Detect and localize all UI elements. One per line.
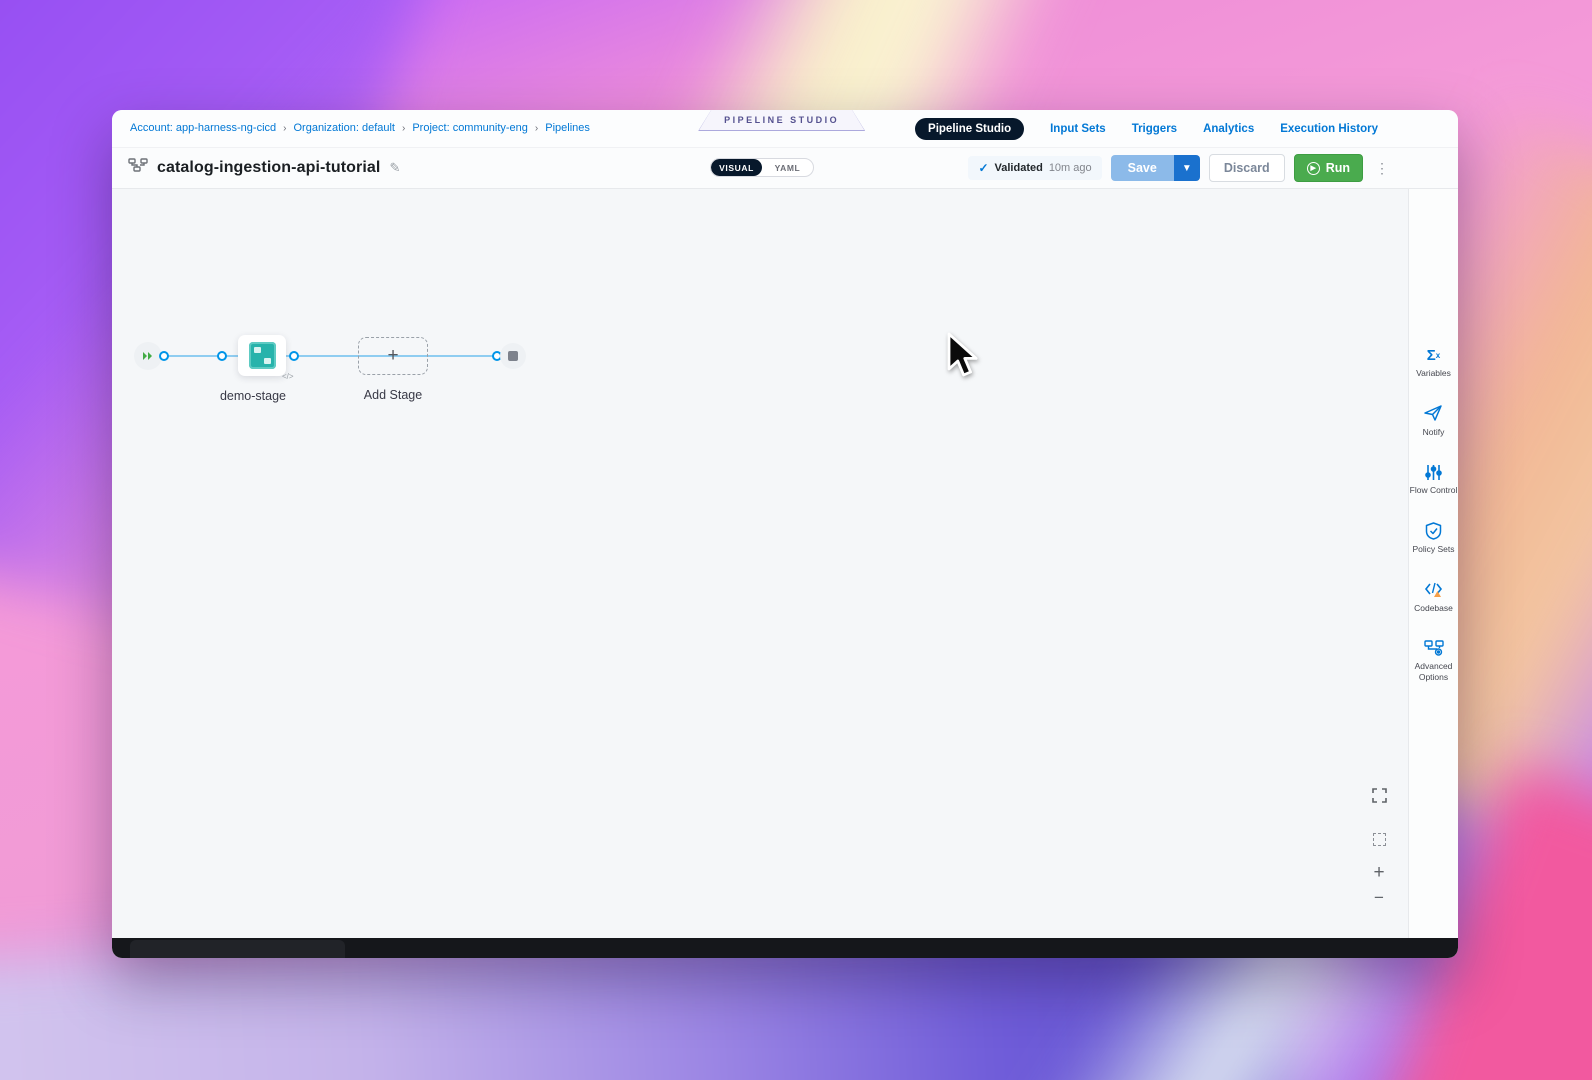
save-dropdown-button[interactable]: ▼	[1174, 155, 1200, 181]
breadcrumb-project[interactable]: Project: community-eng	[412, 122, 528, 134]
stage-link-icon: </>	[282, 372, 294, 381]
tab-analytics[interactable]: Analytics	[1203, 123, 1254, 135]
sidebar-item-policy-sets[interactable]: Policy Sets	[1409, 521, 1458, 555]
stop-icon	[508, 351, 518, 361]
tab-triggers[interactable]: Triggers	[1132, 123, 1177, 135]
toggle-visual[interactable]: VISUAL	[711, 159, 762, 176]
stage-node-demo-stage[interactable]	[238, 335, 286, 376]
sidebar-item-label: Codebase	[1414, 603, 1453, 614]
sliders-icon	[1425, 462, 1442, 482]
play-icon: ▶	[1307, 162, 1320, 175]
sidebar-item-label: Notify	[1423, 427, 1445, 438]
pipeline-connector-line	[152, 355, 514, 357]
sidebar-item-flow-control[interactable]: Flow Control	[1409, 462, 1458, 496]
save-split-button: Save ▼	[1111, 155, 1200, 181]
sidebar-item-notify[interactable]: Notify	[1409, 404, 1458, 438]
add-stage-button[interactable]: +	[358, 337, 428, 375]
tab-execution-history[interactable]: Execution History	[1280, 123, 1378, 135]
breadcrumb-organization[interactable]: Organization: default	[293, 122, 395, 134]
run-button[interactable]: ▶ Run	[1294, 154, 1363, 182]
sidebar-item-codebase[interactable]: Codebase	[1409, 580, 1458, 614]
chevron-down-icon: ▼	[1182, 163, 1192, 174]
code-warning-icon	[1424, 580, 1444, 600]
pipeline-graph-icon	[128, 158, 148, 177]
sidebar-item-label: Flow Control	[1410, 485, 1458, 496]
sidebar-item-label: Policy Sets	[1412, 544, 1454, 555]
breadcrumb-separator: ›	[402, 123, 405, 134]
stage-name-label: demo-stage	[208, 389, 298, 403]
sidebar-item-label: Advanced Options	[1409, 661, 1458, 682]
tab-input-sets[interactable]: Input Sets	[1050, 123, 1106, 135]
run-label: Run	[1326, 161, 1350, 175]
pipeline-title-group: catalog-ingestion-api-tutorial ✎	[128, 158, 400, 177]
validation-status: ✓ Validated 10m ago	[968, 156, 1101, 180]
pipeline-end-node	[500, 343, 526, 369]
zoom-in-button[interactable]: +	[1368, 862, 1390, 884]
paper-plane-icon	[1424, 404, 1443, 424]
pipeline-studio-badge: PIPELINE STUDIO	[698, 110, 865, 131]
sidebar-item-label: Variables	[1416, 368, 1451, 379]
breadcrumb: Account: app-harness-ng-cicd › Organizat…	[130, 122, 590, 134]
breadcrumb-separator: ›	[283, 123, 286, 134]
validation-label: Validated	[995, 162, 1043, 174]
discard-button[interactable]: Discard	[1209, 154, 1285, 182]
sidebar-item-variables[interactable]: Σx Variables	[1409, 345, 1458, 379]
background-terminal-strip	[112, 938, 1458, 958]
sigma-x-icon: Σx	[1427, 345, 1440, 365]
canvas-select-button[interactable]	[1368, 833, 1390, 846]
connector-point	[289, 351, 299, 361]
selection-square-icon	[1373, 833, 1386, 846]
right-sidebar: Σx Variables Notify	[1408, 189, 1458, 938]
fullscreen-button[interactable]	[1368, 788, 1390, 808]
more-options-icon[interactable]: ⋮	[1372, 166, 1392, 171]
connector-point	[217, 351, 227, 361]
breadcrumb-pipelines[interactable]: Pipelines	[545, 122, 590, 134]
check-icon: ✓	[978, 161, 988, 175]
background-terminal-tab	[130, 940, 345, 958]
custom-stage-icon	[249, 342, 276, 369]
top-header: Account: app-harness-ng-cicd › Organizat…	[112, 110, 1458, 148]
top-nav: Pipeline Studio Input Sets Triggers Anal…	[915, 118, 1378, 140]
mouse-cursor	[945, 332, 983, 385]
pipeline-start-node	[134, 342, 162, 370]
app-window: Account: app-harness-ng-cicd › Organizat…	[112, 110, 1458, 958]
connector-point	[159, 351, 169, 361]
add-stage-label: Add Stage	[348, 388, 438, 402]
sidebar-item-advanced-options[interactable]: Advanced Options	[1409, 638, 1458, 682]
shield-check-icon	[1425, 521, 1442, 541]
fullscreen-icon	[1372, 788, 1387, 803]
zoom-out-button[interactable]: −	[1368, 888, 1390, 908]
breadcrumb-account[interactable]: Account: app-harness-ng-cicd	[130, 122, 276, 134]
validation-time: 10m ago	[1049, 162, 1092, 174]
double-play-icon	[142, 351, 154, 361]
toolbar-actions: ✓ Validated 10m ago Save ▼ Discard ▶ Run…	[968, 154, 1392, 182]
graph-gear-icon	[1424, 638, 1444, 658]
plus-icon: +	[387, 345, 398, 367]
save-button[interactable]: Save	[1111, 155, 1174, 181]
visual-yaml-toggle: VISUAL YAML	[710, 158, 814, 177]
edit-title-icon[interactable]: ✎	[389, 160, 400, 176]
page-title: catalog-ingestion-api-tutorial	[157, 159, 380, 177]
breadcrumb-separator: ›	[535, 123, 538, 134]
tab-pipeline-studio[interactable]: Pipeline Studio	[915, 118, 1024, 140]
toggle-yaml[interactable]: YAML	[762, 159, 813, 176]
pipeline-canvas[interactable]: </> demo-stage + Add Stage + −	[112, 189, 1408, 938]
